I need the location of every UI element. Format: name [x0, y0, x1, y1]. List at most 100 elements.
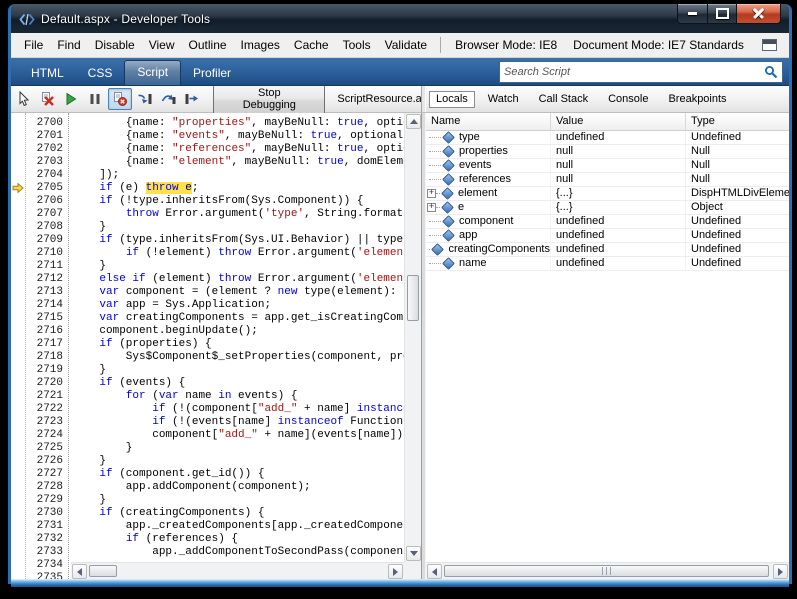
code-line[interactable]: } — [73, 494, 404, 507]
locals-horizontal-scrollbar[interactable] — [426, 562, 789, 579]
menu-find[interactable]: Find — [50, 34, 87, 57]
code-line[interactable]: {name: "events", mayBeNull: true, option… — [73, 130, 404, 143]
expand-plus-icon[interactable]: + — [427, 189, 436, 198]
code-horizontal-scrollbar[interactable] — [71, 562, 404, 579]
menu-file[interactable]: File — [17, 34, 50, 57]
menu-cache[interactable]: Cache — [287, 34, 336, 57]
expand-plus-icon[interactable]: + — [427, 203, 436, 212]
code-line[interactable]: if (creatingComponents) { — [73, 507, 404, 520]
code-line[interactable]: throw Error.argument('type', String.form… — [73, 208, 404, 221]
panel-tab-call-stack[interactable]: Call Stack — [532, 91, 596, 108]
horizontal-scroll-thumb[interactable] — [89, 565, 117, 577]
code-line[interactable]: var creatingComponents = app.get_isCreat… — [73, 312, 404, 325]
code-line[interactable]: {name: "element", mayBeNull: true, domEl… — [73, 156, 404, 169]
break-on-error-button[interactable] — [108, 88, 132, 110]
menu-outline[interactable]: Outline — [182, 34, 234, 57]
code-line[interactable]: var component = (element ? new type(elem… — [73, 286, 404, 299]
step-out-button[interactable] — [181, 88, 203, 110]
scroll-up-button[interactable] — [406, 114, 421, 129]
panel-tab-locals[interactable]: Locals — [429, 91, 475, 108]
locals-row-app[interactable]: appundefinedUndefined — [426, 229, 789, 243]
menu-validate[interactable]: Validate — [378, 34, 434, 57]
panel-tab-watch[interactable]: Watch — [481, 91, 526, 108]
step-into-button[interactable] — [134, 88, 156, 110]
locals-row-events[interactable]: eventsnullNull — [426, 159, 789, 173]
breakpoint-gutter[interactable] — [11, 113, 25, 579]
code-line[interactable]: if (type.inheritsFrom(Sys.UI.Behavior) |… — [73, 234, 404, 247]
tab-script[interactable]: Script — [124, 60, 181, 85]
code-line[interactable]: } — [73, 364, 404, 377]
code-line[interactable]: for (var name in events) { — [73, 390, 404, 403]
code-editor[interactable]: {name: "properties", mayBeNull: true, op… — [71, 113, 404, 562]
menu-view[interactable]: View — [142, 34, 182, 57]
code-line[interactable]: if (e) throw e; — [73, 182, 404, 195]
code-line[interactable]: } — [73, 455, 404, 468]
browser-mode-menu[interactable]: Browser Mode: IE8 — [455, 38, 557, 52]
continue-button[interactable] — [61, 88, 83, 110]
locals-row-type[interactable]: typeundefinedUndefined — [426, 131, 789, 145]
search-input[interactable] — [500, 64, 764, 80]
code-line[interactable]: } — [73, 442, 404, 455]
column-header-type[interactable]: Type — [686, 113, 789, 130]
code-line[interactable]: Sys$Component$_setProperties(component, … — [73, 351, 404, 364]
code-line[interactable]: if (events) { — [73, 377, 404, 390]
code-line[interactable]: if (properties) { — [73, 338, 404, 351]
locals-row-e[interactable]: +e{...}Object — [426, 201, 789, 215]
code-line[interactable]: } — [73, 221, 404, 234]
scroll-down-button[interactable] — [406, 546, 421, 561]
document-mode-menu[interactable]: Document Mode: IE7 Standards — [573, 38, 744, 52]
horizontal-scroll-thumb[interactable] — [444, 565, 769, 577]
column-header-value[interactable]: Value — [551, 113, 686, 130]
tab-css[interactable]: CSS — [76, 62, 125, 85]
code-vertical-scrollbar[interactable] — [404, 113, 421, 562]
code-line[interactable]: if (references) { — [73, 533, 404, 546]
locals-row-properties[interactable]: propertiesnullNull — [426, 145, 789, 159]
scroll-left-button[interactable] — [427, 564, 442, 579]
panel-tab-console[interactable]: Console — [601, 91, 655, 108]
scroll-left-button[interactable] — [72, 564, 87, 579]
code-line[interactable]: if (!(events[name] instanceof Function) — [73, 416, 404, 429]
unpin-window-button[interactable] — [759, 37, 779, 53]
maximize-button[interactable] — [708, 4, 736, 24]
locals-row-creatingcomponents[interactable]: creatingComponentsundefinedUndefined — [426, 243, 789, 257]
code-line[interactable]: component.beginUpdate(); — [73, 325, 404, 338]
scroll-right-button[interactable] — [773, 564, 788, 579]
code-line[interactable]: else if (element) throw Error.argument('… — [73, 273, 404, 286]
code-line[interactable]: ]); — [73, 169, 404, 182]
stop-debugging-button[interactable]: Stop Debugging — [213, 84, 325, 115]
tab-profiler[interactable]: Profiler — [181, 62, 243, 85]
menu-disable[interactable]: Disable — [88, 34, 142, 57]
menu-tools[interactable]: Tools — [336, 34, 378, 57]
title-bar[interactable]: Default.aspx - Developer Tools — [11, 4, 789, 33]
code-line[interactable]: if (component.get_id()) { — [73, 468, 404, 481]
break-all-button[interactable] — [84, 88, 106, 110]
code-line[interactable]: var app = Sys.Application; — [73, 299, 404, 312]
code-line[interactable]: app.addComponent(component); — [73, 481, 404, 494]
panel-tab-breakpoints[interactable]: Breakpoints — [661, 91, 733, 108]
vertical-scroll-thumb[interactable] — [407, 275, 419, 321]
step-over-button[interactable] — [158, 88, 180, 110]
locals-row-component[interactable]: componentundefinedUndefined — [426, 215, 789, 229]
locals-row-references[interactable]: referencesnullNull — [426, 173, 789, 187]
code-line[interactable]: {name: "properties", mayBeNull: true, op… — [73, 117, 404, 130]
select-element-button[interactable] — [13, 88, 35, 110]
menu-images[interactable]: Images — [234, 34, 287, 57]
minimize-button[interactable] — [677, 4, 708, 24]
close-button[interactable] — [736, 4, 781, 24]
code-line[interactable]: component["add_" + name](events[name]); — [73, 429, 404, 442]
code-line[interactable]: app._createdComponents[app._createdCompo… — [73, 520, 404, 533]
code-line[interactable]: if (!type.inheritsFrom(Sys.Component)) { — [73, 195, 404, 208]
code-line[interactable]: if (!element) throw Error.argument('elem… — [73, 247, 404, 260]
code-line[interactable]: if (!(component["add_" + name] instance — [73, 403, 404, 416]
tab-html[interactable]: HTML — [19, 62, 76, 85]
code-line[interactable]: {name: "references", mayBeNull: true, op… — [73, 143, 404, 156]
code-line[interactable]: } — [73, 260, 404, 273]
script-file-selector[interactable]: ScriptResource.a — [337, 93, 421, 105]
search-icon[interactable] — [764, 65, 778, 79]
scroll-right-button[interactable] — [388, 564, 403, 579]
column-header-name[interactable]: Name — [426, 113, 551, 130]
code-line[interactable]: app._addComponentToSecondPass(component — [73, 546, 404, 559]
locals-row-element[interactable]: +element{...}DispHTMLDivElement — [426, 187, 789, 201]
locals-row-name[interactable]: nameundefinedUndefined — [426, 257, 789, 271]
clear-breakpoints-button[interactable] — [37, 88, 59, 110]
